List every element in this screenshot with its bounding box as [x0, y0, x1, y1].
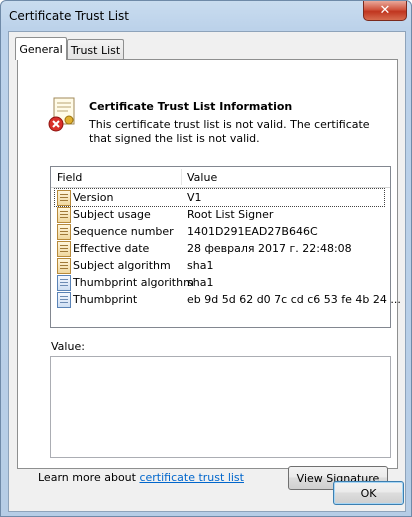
close-button[interactable]: ✕ [363, 1, 407, 21]
info-title: Certificate Trust List Information [89, 100, 293, 113]
cert-field-icon [57, 207, 71, 223]
list-header: Field Value [51, 167, 390, 188]
details-list[interactable]: Field Value Version V1 Subject usage Roo… [50, 166, 401, 328]
window-title: Certificate Trust List [9, 9, 129, 23]
cert-field-icon [57, 258, 71, 274]
learn-more: Learn more about certificate trust list [38, 471, 244, 484]
cert-property-icon [57, 275, 71, 291]
value-textbox[interactable] [50, 356, 391, 458]
row-value: Root List Signer [187, 208, 274, 221]
list-row-effective-date[interactable]: Effective date 28 февраля 2017 г. 22:48:… [55, 240, 384, 257]
learn-more-text: Learn more about [38, 471, 140, 484]
list-row-thumbprint[interactable]: Thumbprint eb 9d 5d 62 d0 7c cd c6 53 fe… [55, 291, 401, 308]
info-message: This certificate trust list is not valid… [89, 118, 370, 145]
cert-field-icon [57, 190, 71, 206]
general-tab-panel: Certificate Trust List Information This … [17, 59, 401, 490]
row-value: sha1 [187, 259, 214, 272]
row-field: Subject algorithm [73, 259, 171, 272]
row-field: Sequence number [73, 225, 174, 238]
list-row-subject-algorithm[interactable]: Subject algorithm sha1 [55, 257, 384, 274]
row-field: Thumbprint algorithm [73, 276, 194, 289]
list-row-thumbprint-algorithm[interactable]: Thumbprint algorithm sha1 [55, 274, 384, 291]
list-row-version[interactable]: Version V1 [54, 188, 385, 207]
tab-trust-list[interactable]: Trust List [67, 39, 124, 60]
row-value: eb 9d 5d 62 d0 7c cd c6 53 fe 4b 24 ... [187, 293, 401, 306]
value-label: Value: [51, 340, 85, 353]
row-value: V1 [187, 191, 202, 204]
dialog-client-area: General Trust List Certificate Trust Lis… [8, 31, 406, 512]
row-field: Effective date [73, 242, 150, 255]
ok-button[interactable]: OK [333, 481, 404, 505]
row-value: sha1 [187, 276, 214, 289]
close-icon: ✕ [379, 3, 391, 18]
cert-field-icon [57, 241, 71, 257]
dialog-window: Certificate Trust List ✕ General Trust L… [0, 0, 412, 517]
column-header-value[interactable]: Value [187, 171, 217, 184]
list-row-subject-usage[interactable]: Subject usage Root List Signer [55, 206, 384, 223]
cert-field-icon [57, 224, 71, 240]
certificate-error-icon [48, 97, 75, 132]
cert-property-icon [57, 292, 71, 308]
tab-general[interactable]: General [15, 37, 67, 60]
row-field: Thumbprint [73, 293, 138, 306]
row-value: 28 февраля 2017 г. 22:48:08 [187, 242, 352, 255]
column-separator[interactable] [181, 169, 182, 185]
column-header-field[interactable]: Field [57, 171, 82, 184]
list-row-sequence-number[interactable]: Sequence number 1401D291EAD27B646C [55, 223, 384, 240]
row-field: Version [73, 191, 114, 204]
certificate-trust-list-link[interactable]: certificate trust list [139, 471, 244, 484]
row-field: Subject usage [73, 208, 151, 221]
row-value: 1401D291EAD27B646C [187, 225, 318, 238]
